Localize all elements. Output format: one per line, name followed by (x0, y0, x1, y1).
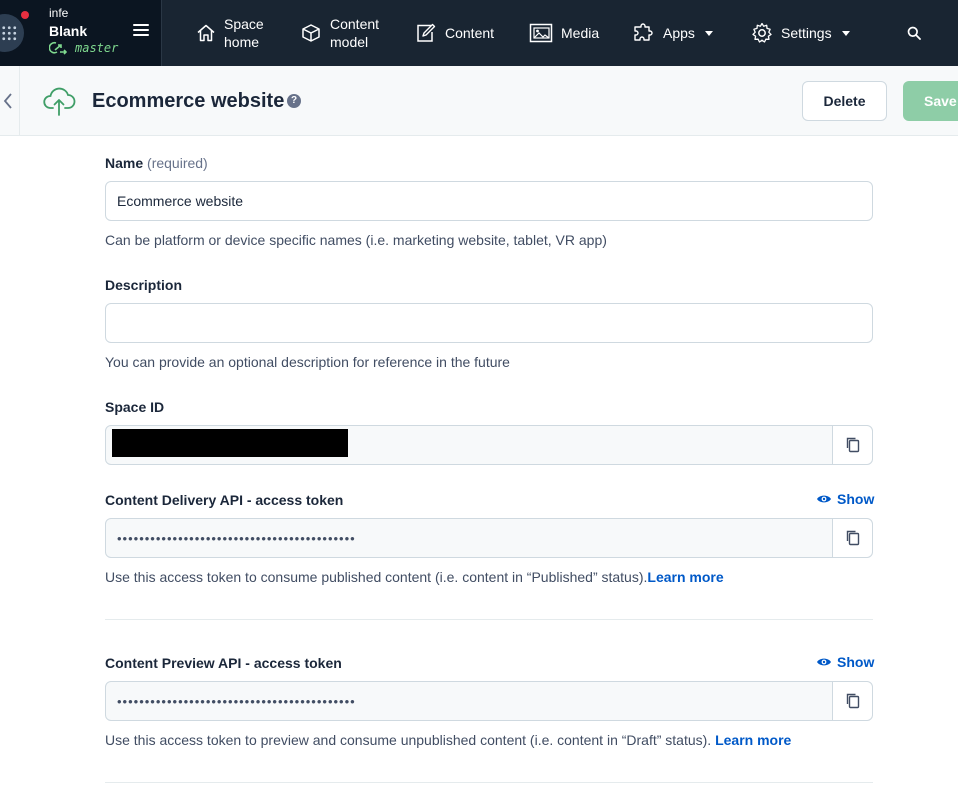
eye-icon (817, 495, 831, 503)
nav-space-home[interactable]: Space home (196, 0, 284, 66)
space-id-field[interactable] (105, 425, 873, 465)
cpa-learn-more-link[interactable]: Learn more (715, 732, 791, 748)
space-id-label: Space ID (105, 399, 165, 415)
workbench-header: Ecommerce website ? Delete Save (0, 66, 958, 136)
notification-dot (21, 11, 29, 19)
nav-label: Settings (781, 25, 832, 41)
home-icon (197, 24, 215, 42)
page-title: Ecommerce website (92, 90, 285, 112)
nav-label: Space home (224, 16, 264, 50)
top-navigation: infe Blank master Space home Content model… (0, 0, 958, 66)
space-name: Blank (49, 23, 88, 39)
description-label: Description (105, 277, 183, 293)
redacted-space-id (112, 429, 348, 457)
cda-show-button[interactable]: Show (816, 491, 874, 507)
nav-label: Apps (663, 25, 695, 41)
cda-token-label: Content Delivery API - access token (105, 492, 344, 508)
cpa-token-label: Content Preview API - access token (105, 655, 342, 671)
description-input[interactable] (105, 303, 873, 343)
space-switcher[interactable]: infe Blank master (0, 0, 162, 66)
search-icon (907, 26, 921, 40)
name-input[interactable]: Ecommerce website (105, 181, 873, 221)
cda-token-field[interactable]: ••••••••••••••••••••••••••••••••••••••••… (105, 518, 873, 558)
search-button[interactable] (900, 19, 928, 47)
app-grid-icon[interactable] (0, 14, 24, 52)
copy-icon (846, 437, 859, 453)
content-model-icon (302, 24, 320, 42)
nav-label: Content (445, 25, 495, 41)
content-icon (417, 23, 436, 42)
nav-label: Content model (330, 16, 380, 50)
required-indicator: (required) (147, 155, 208, 171)
name-label: Name (required) (105, 155, 208, 171)
help-icon[interactable]: ? (287, 94, 301, 108)
section-divider (105, 619, 873, 620)
settings-gear-icon (752, 22, 772, 43)
cpa-token-field[interactable]: ••••••••••••••••••••••••••••••••••••••••… (105, 681, 873, 721)
nav-media[interactable]: Media (529, 0, 599, 66)
organization-name: infe (49, 6, 69, 20)
chevron-left-icon (3, 93, 12, 109)
description-help-text: You can provide an optional description … (105, 354, 510, 370)
copy-cda-token-button[interactable] (832, 519, 872, 557)
cda-token-value: ••••••••••••••••••••••••••••••••••••••••… (117, 530, 356, 546)
nav-content-model[interactable]: Content model (300, 0, 390, 66)
copy-icon (846, 530, 859, 546)
cpa-show-button[interactable]: Show (816, 654, 874, 670)
hamburger-icon[interactable] (133, 24, 149, 38)
copy-cpa-token-button[interactable] (832, 682, 872, 720)
cda-learn-more-link[interactable]: Learn more (647, 569, 723, 585)
apps-icon (634, 23, 653, 41)
save-button[interactable]: Save (903, 81, 958, 121)
eye-icon (817, 658, 831, 666)
nav-content[interactable]: Content (415, 0, 494, 66)
copy-space-id-button[interactable] (832, 426, 872, 464)
nav-settings[interactable]: Settings (751, 0, 850, 66)
media-icon (529, 23, 553, 43)
name-input-value: Ecommerce website (117, 193, 244, 209)
environment-indicator: master (49, 41, 118, 55)
nav-apps[interactable]: Apps (633, 0, 713, 66)
cpa-token-value: ••••••••••••••••••••••••••••••••••••••••… (117, 693, 356, 709)
environment-name: master (75, 41, 119, 55)
chevron-down-icon (704, 30, 713, 36)
nav-label: Media (561, 25, 600, 41)
environment-branch-icon (49, 41, 67, 55)
cloud-upload-icon (43, 87, 76, 116)
delete-button[interactable]: Delete (802, 81, 887, 121)
copy-icon (846, 693, 859, 709)
name-help-text: Can be platform or device specific names… (105, 232, 607, 248)
chevron-down-icon (841, 30, 850, 36)
back-button[interactable] (0, 66, 20, 136)
cpa-help-text: Use this access token to preview and con… (105, 732, 792, 748)
cda-help-text: Use this access token to consume publish… (105, 569, 724, 585)
section-divider (105, 782, 873, 783)
